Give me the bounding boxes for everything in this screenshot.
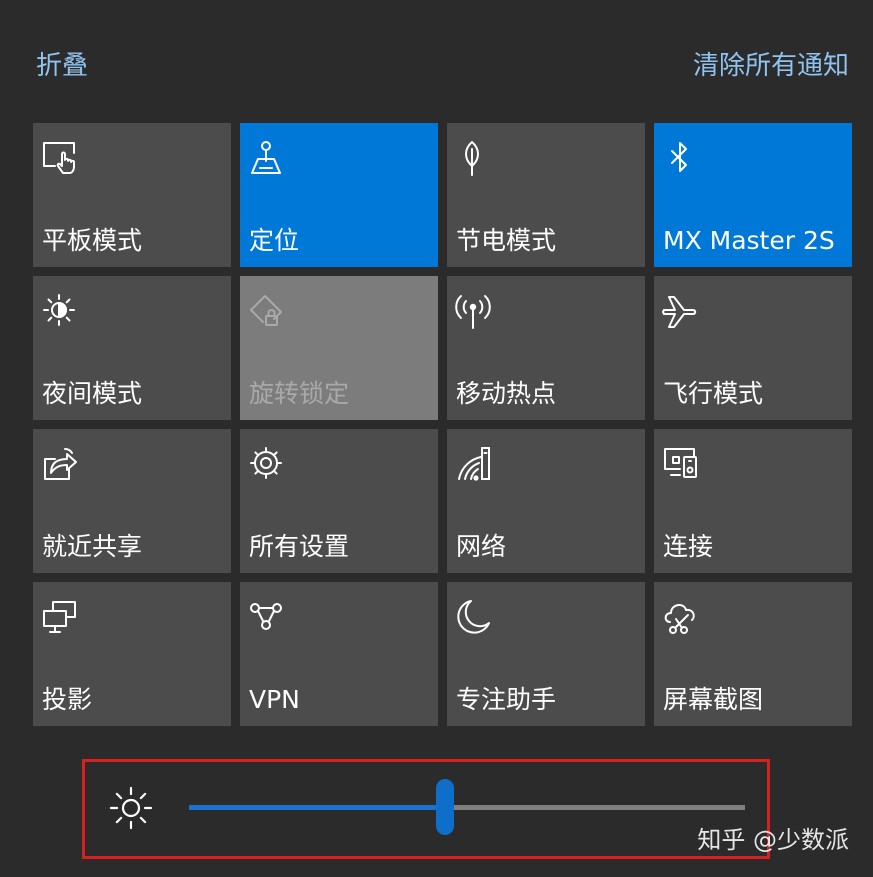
- tile-label: 就近共享: [42, 532, 143, 561]
- mobile-hotspot-icon: [455, 292, 495, 332]
- clear-all-notifications-link[interactable]: 清除所有通知: [693, 48, 849, 84]
- tile-label: 移动热点: [456, 379, 557, 408]
- brightness-sun-icon: [107, 784, 155, 832]
- tile-battery-saver[interactable]: 节电模式: [447, 123, 645, 267]
- tile-airplane-mode[interactable]: 飞行模式: [654, 276, 852, 420]
- tile-tablet-mode[interactable]: 平板模式: [33, 123, 231, 267]
- night-light-icon: [41, 292, 81, 332]
- tile-label: 所有设置: [249, 532, 350, 561]
- settings-gear-icon: [248, 445, 288, 485]
- nearby-share-icon: [41, 445, 81, 485]
- tile-label: 定位: [249, 226, 300, 255]
- connect-icon: [662, 445, 702, 485]
- brightness-slider-thumb[interactable]: [436, 779, 454, 835]
- tile-network[interactable]: 网络: [447, 429, 645, 573]
- tile-connect[interactable]: 连接: [654, 429, 852, 573]
- tile-label: 连接: [663, 532, 714, 561]
- tile-all-settings[interactable]: 所有设置: [240, 429, 438, 573]
- tile-screen-snip[interactable]: 屏幕截图: [654, 582, 852, 726]
- vpn-icon: [248, 598, 288, 638]
- brightness-slider-fill: [189, 805, 445, 810]
- tile-focus-assist[interactable]: 专注助手: [447, 582, 645, 726]
- brightness-slider-track[interactable]: [189, 779, 745, 835]
- collapse-link[interactable]: 折叠: [36, 48, 88, 84]
- tile-label: 专注助手: [456, 685, 557, 714]
- tile-label: 投影: [42, 685, 93, 714]
- tile-label: 平板模式: [42, 226, 143, 255]
- tile-night-light[interactable]: 夜间模式: [33, 276, 231, 420]
- tile-bluetooth[interactable]: MX Master 2S: [654, 123, 852, 267]
- tile-location[interactable]: 定位: [240, 123, 438, 267]
- tablet-mode-icon: [41, 139, 81, 179]
- tile-label: 旋转锁定: [249, 379, 350, 408]
- tile-project[interactable]: 投影: [33, 582, 231, 726]
- airplane-icon: [662, 292, 702, 332]
- bluetooth-icon: [662, 139, 702, 179]
- tile-label: 飞行模式: [663, 379, 764, 408]
- focus-assist-moon-icon: [455, 598, 495, 638]
- tile-vpn[interactable]: VPN: [240, 582, 438, 726]
- tile-label: 夜间模式: [42, 379, 143, 408]
- location-icon: [248, 139, 288, 179]
- screen-snip-icon: [662, 598, 702, 638]
- network-icon: [455, 445, 495, 485]
- rotation-lock-icon: [248, 292, 288, 332]
- tile-label: 节电模式: [456, 226, 557, 255]
- tile-rotation-lock: 旋转锁定: [240, 276, 438, 420]
- tile-label: MX Master 2S: [663, 226, 835, 255]
- tile-label: VPN: [249, 685, 300, 714]
- watermark: 知乎 @少数派: [697, 826, 849, 854]
- brightness-control: [82, 759, 770, 859]
- project-icon: [41, 598, 81, 638]
- quick-actions-grid: 平板模式 定位 节电模式 MX Master 2S 夜间模式 旋转锁定 移动热点…: [33, 123, 852, 726]
- tile-nearby-share[interactable]: 就近共享: [33, 429, 231, 573]
- tile-label: 网络: [456, 532, 507, 561]
- battery-saver-icon: [455, 139, 495, 179]
- tile-mobile-hotspot[interactable]: 移动热点: [447, 276, 645, 420]
- tile-label: 屏幕截图: [663, 685, 764, 714]
